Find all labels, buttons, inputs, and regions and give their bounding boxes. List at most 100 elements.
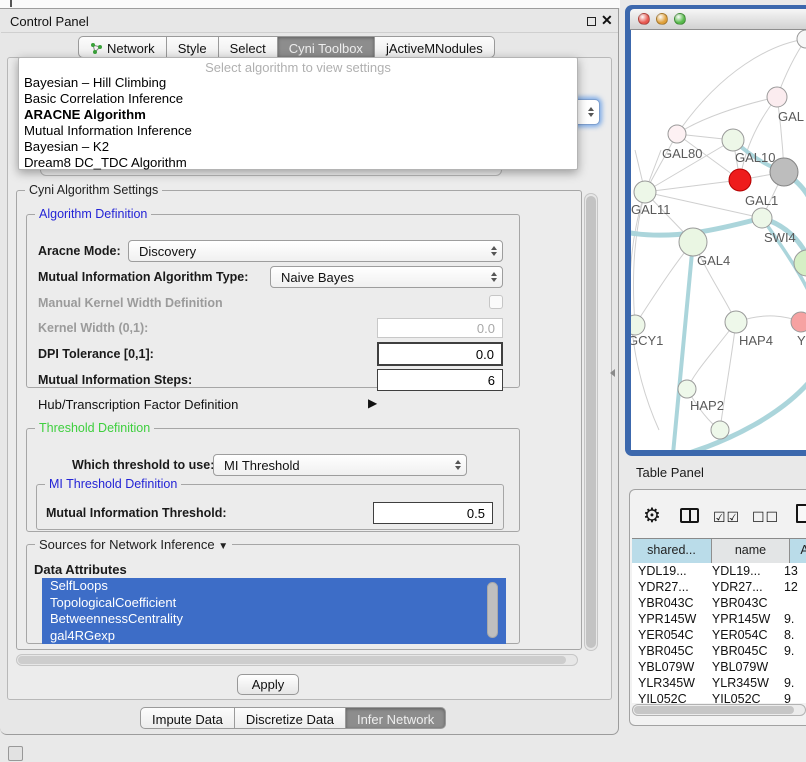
table-row[interactable]: YPR145WYPR145W9. <box>632 611 806 627</box>
table-row[interactable]: YER054CYER054C8. <box>632 627 806 643</box>
algorithm-option[interactable]: Basic Correlation Inference <box>19 91 577 107</box>
tab-label: Network <box>107 41 155 56</box>
network-node-label: Y <box>797 333 806 348</box>
table-row[interactable]: YBR043CYBR043C <box>632 595 806 611</box>
table-cell <box>778 659 806 675</box>
which-threshold-combo[interactable]: MI Threshold <box>213 454 467 476</box>
network-node-gal[interactable] <box>767 87 787 107</box>
data-attributes-list[interactable]: SelfLoopsTopologicalCoefficientBetweenne… <box>42 578 506 644</box>
columns-icon[interactable] <box>680 508 699 523</box>
tab-style[interactable]: Style <box>166 36 219 58</box>
tab-impute-data[interactable]: Impute Data <box>140 707 235 729</box>
hub-definition-label: Hub/Transcription Factor Definition <box>38 397 238 412</box>
network-node-label: HAP4 <box>739 333 773 348</box>
manual-kernel-label: Manual Kernel Width Definition <box>38 296 223 310</box>
table-panel-title: Table Panel <box>636 465 704 480</box>
network-node-gal10[interactable] <box>722 129 744 151</box>
settings-vscrollbar-thumb[interactable] <box>586 196 596 648</box>
network-node[interactable] <box>711 421 729 439</box>
kernel-width-label: Kernel Width (0,1): <box>38 321 148 335</box>
data-attribute-item[interactable]: gal4RGexp <box>42 628 506 645</box>
table-row[interactable]: YLR345WYLR345W9. <box>632 675 806 691</box>
manual-kernel-checkbox[interactable] <box>489 295 503 309</box>
mi-type-label: Mutual Information Algorithm Type: <box>38 270 248 284</box>
combo-stepper-icon <box>455 460 461 470</box>
network-node-swi4[interactable] <box>752 208 772 228</box>
aracne-mode-combo[interactable]: Discovery <box>128 240 503 262</box>
network-node-gcy1[interactable] <box>631 315 645 335</box>
unchecked-columns-icon[interactable]: ☐☐ <box>752 509 779 526</box>
network-node-gal4[interactable] <box>679 228 707 256</box>
table-row[interactable]: YDL19...YDL19...13 <box>632 563 806 579</box>
network-node-gal80[interactable] <box>668 125 686 143</box>
tab-discretize-data[interactable]: Discretize Data <box>234 707 346 729</box>
network-node-y[interactable] <box>791 312 806 332</box>
network-node-gal1[interactable] <box>729 169 751 191</box>
kernel-width-field[interactable]: 0.0 <box>377 318 503 338</box>
minimize-traffic-icon[interactable] <box>656 13 668 25</box>
data-attribute-item[interactable]: BetweennessCentrality <box>42 611 506 628</box>
checked-columns-icon[interactable]: ☑☑ <box>713 509 740 526</box>
tab-jactivemnodules[interactable]: jActiveMNodules <box>374 36 495 58</box>
expand-arrow-icon[interactable]: ▶ <box>368 396 377 410</box>
algorithm-option[interactable]: Dream8 DC_TDC Algorithm <box>19 155 577 171</box>
network-canvas[interactable]: GALGAL80GAL10GAL1GAL11SWI4GAL4GCY1HAP4YH… <box>631 30 806 450</box>
table-row[interactable]: YBL079WYBL079W <box>632 659 806 675</box>
tab-select[interactable]: Select <box>218 36 278 58</box>
mi-steps-field[interactable]: 6 <box>377 369 503 391</box>
collapse-arrow-icon[interactable]: ▼ <box>218 541 228 552</box>
table-row[interactable]: YBR045CYBR045C9. <box>632 643 806 659</box>
list-scrollbar-thumb[interactable] <box>487 582 498 638</box>
table-hscrollbar[interactable] <box>632 704 806 716</box>
network-node-gal11[interactable] <box>634 181 656 203</box>
data-attribute-item[interactable]: TopologicalCoefficient <box>42 595 506 612</box>
aracne-mode-value: Discovery <box>139 244 196 259</box>
table-row[interactable]: YDR27...YDR27...12 <box>632 579 806 595</box>
close-icon[interactable]: ✕ <box>601 12 613 29</box>
mi-threshold-field[interactable]: 0.5 <box>373 502 493 524</box>
table-cell: 9. <box>778 675 806 691</box>
network-node-hap2[interactable] <box>678 380 696 398</box>
table-cell: 12 <box>778 579 806 595</box>
network-window-titlebar[interactable] <box>630 9 806 30</box>
mi-threshold-label: Mutual Information Threshold: <box>46 506 227 520</box>
algorithm-option[interactable]: Bayesian – K2 <box>19 139 577 155</box>
table-cell: YIL052C <box>632 691 706 703</box>
settings-hscrollbar[interactable] <box>16 654 578 666</box>
algorithm-option[interactable]: Mutual Information Inference <box>19 123 577 139</box>
network-node[interactable] <box>770 158 798 186</box>
column-header[interactable]: A <box>790 539 806 563</box>
tab-label: Style <box>178 41 207 56</box>
settings-vscrollbar[interactable] <box>584 193 598 651</box>
algorithm-definition-legend: Algorithm Definition <box>35 207 151 221</box>
column-header[interactable]: name <box>712 539 790 563</box>
splitter-collapse-icon[interactable] <box>610 369 615 377</box>
table-row[interactable]: YIL052CYIL052C9 <box>632 691 806 703</box>
close-traffic-icon[interactable] <box>638 13 650 25</box>
collapsed-panel-button[interactable] <box>8 746 23 761</box>
column-header[interactable]: shared... <box>632 539 712 563</box>
tab-network[interactable]: Network <box>78 36 167 58</box>
tab-infer-network[interactable]: Infer Network <box>345 707 446 729</box>
apply-button[interactable]: Apply <box>237 674 299 695</box>
popup-items: Bayesian – Hill ClimbingBasic Correlatio… <box>19 75 577 171</box>
float-icon[interactable] <box>587 17 596 26</box>
algorithm-option[interactable]: Bayesian – Hill Climbing <box>19 75 577 91</box>
algorithm-option[interactable]: ARACNE Algorithm <box>19 107 577 123</box>
settings-hscrollbar-thumb[interactable] <box>18 656 566 664</box>
network-node[interactable] <box>797 30 806 48</box>
data-attribute-item[interactable]: SelfLoops <box>42 578 506 595</box>
document-icon[interactable] <box>796 504 806 523</box>
mi-type-value: Naive Bayes <box>281 270 354 285</box>
dpi-tolerance-field[interactable]: 0.0 <box>377 342 503 366</box>
table-cell: YBL079W <box>706 659 778 675</box>
zoom-traffic-icon[interactable] <box>674 13 686 25</box>
network-node-hap4[interactable] <box>725 311 747 333</box>
gear-icon[interactable]: ⚙ <box>643 503 661 528</box>
table-hscrollbar-thumb[interactable] <box>634 706 794 714</box>
table-header: shared...nameA <box>632 538 806 564</box>
mi-type-combo[interactable]: Naive Bayes <box>270 266 503 288</box>
table-cell <box>778 595 806 611</box>
network-node[interactable] <box>794 250 806 276</box>
tab-cyni-toolbox[interactable]: Cyni Toolbox <box>277 36 375 58</box>
